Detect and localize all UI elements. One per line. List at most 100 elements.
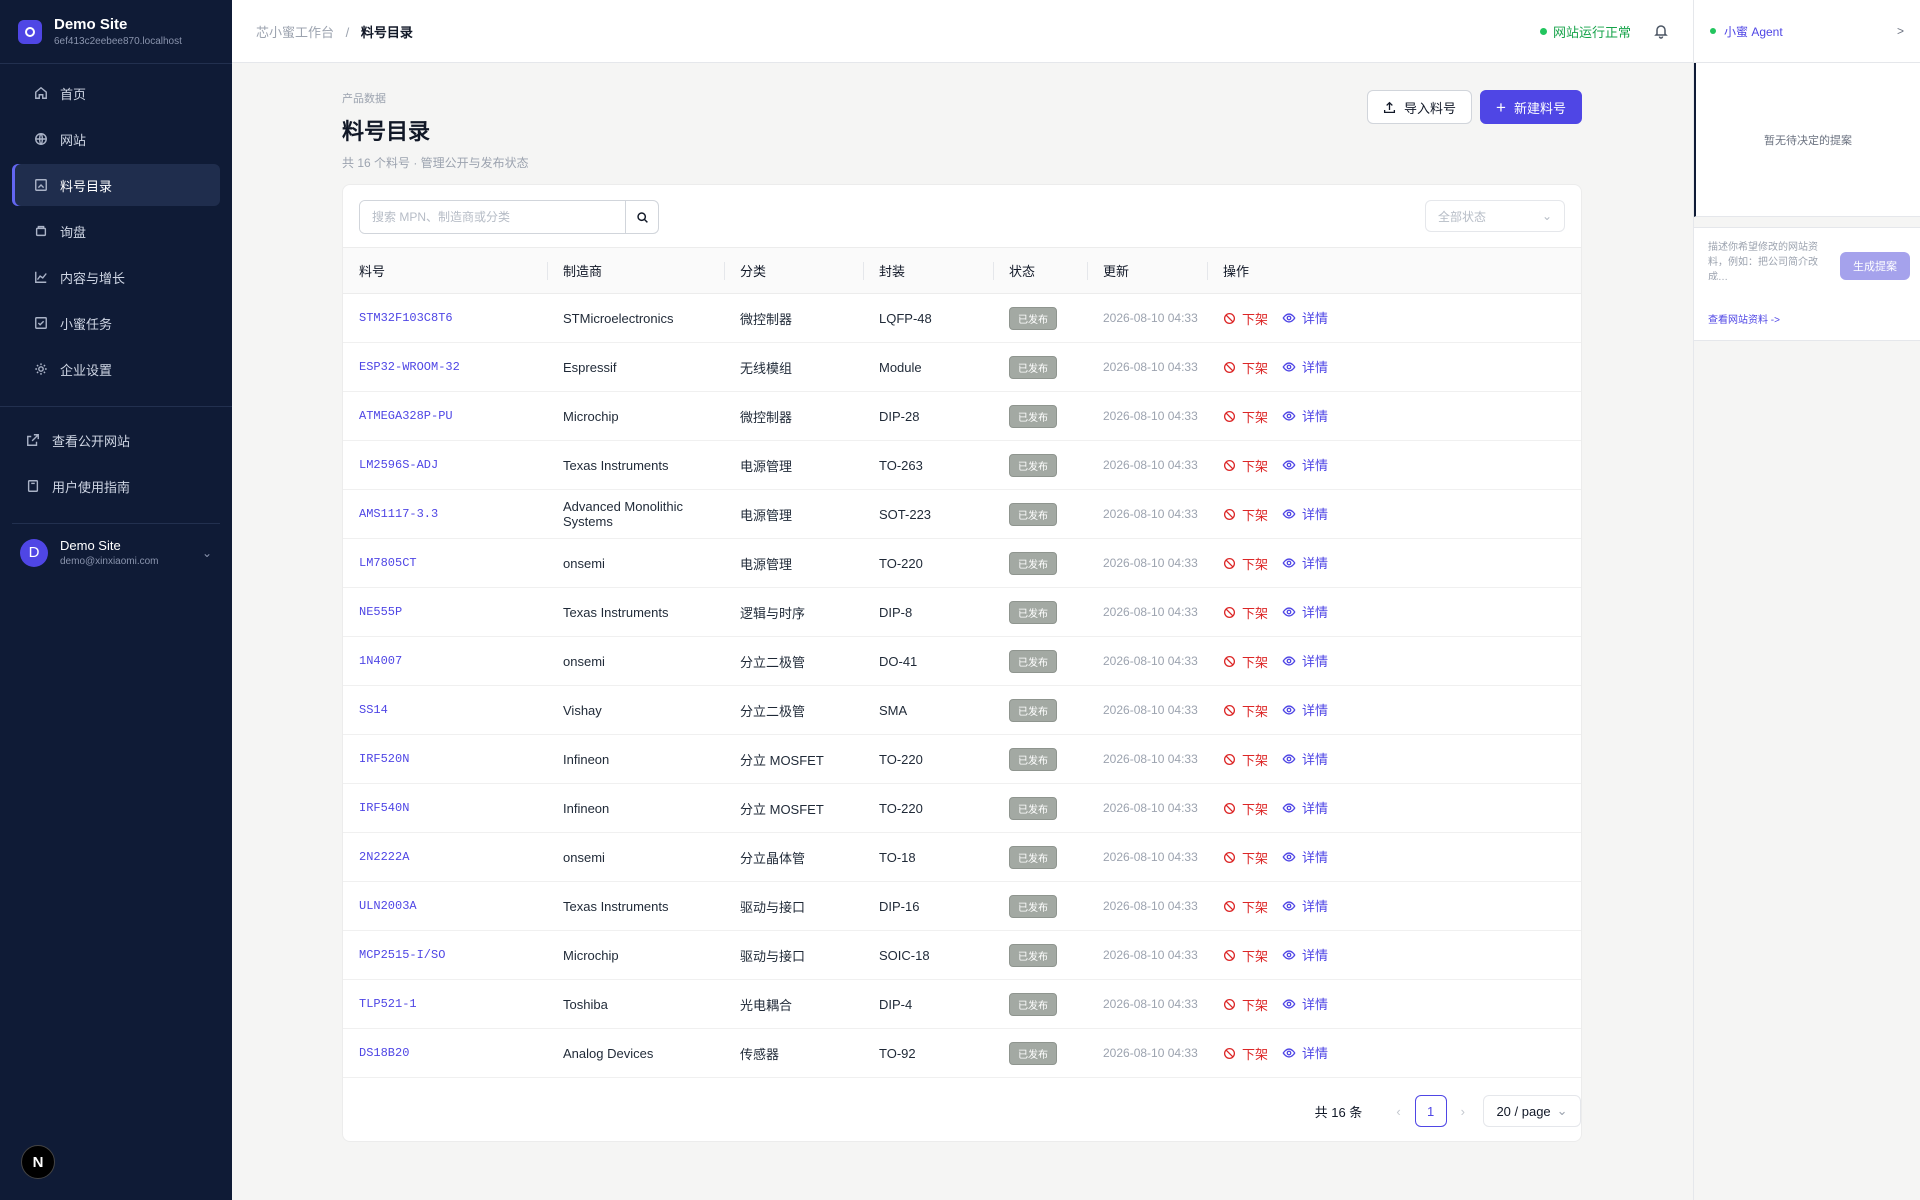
search-input[interactable] bbox=[360, 201, 625, 233]
part-package: DIP-28 bbox=[863, 391, 993, 441]
part-mpn-link[interactable]: STM32F103C8T6 bbox=[343, 293, 547, 343]
part-mpn-link[interactable]: SS14 bbox=[343, 685, 547, 735]
unpublish-button[interactable]: 下架 bbox=[1223, 407, 1268, 426]
detail-button[interactable]: 详情 bbox=[1282, 602, 1328, 621]
part-mpn-link[interactable]: LM2596S-ADJ bbox=[343, 440, 547, 490]
detail-button[interactable]: 详情 bbox=[1282, 504, 1328, 523]
page-size-select[interactable]: 20 / page ⌄ bbox=[1483, 1095, 1581, 1127]
detail-button[interactable]: 详情 bbox=[1282, 749, 1328, 768]
breadcrumb-root[interactable]: 芯小蜜工作台 bbox=[256, 25, 334, 40]
link-label: 查看公开网站 bbox=[52, 433, 131, 449]
eye-icon bbox=[1282, 999, 1296, 1009]
sidebar-item-content-growth[interactable]: 内容与增长 bbox=[12, 256, 220, 298]
agent-prompt-input[interactable] bbox=[1708, 240, 1834, 280]
part-mpn-link[interactable]: IRF520N bbox=[343, 734, 547, 784]
col-header-category[interactable]: 分类 bbox=[724, 247, 863, 294]
view-site-info-link[interactable]: 查看网站资料 -> bbox=[1708, 311, 1780, 326]
part-mpn-link[interactable]: 1N4007 bbox=[343, 636, 547, 686]
col-header-updated[interactable]: 更新 bbox=[1087, 247, 1207, 294]
detail-button[interactable]: 详情 bbox=[1282, 651, 1328, 670]
view-public-site-link[interactable]: 查看公开网站 bbox=[12, 419, 220, 461]
ban-icon bbox=[1223, 802, 1236, 814]
part-mpn-link[interactable]: TLP521-1 bbox=[343, 979, 547, 1029]
import-button[interactable]: 导入料号 bbox=[1367, 90, 1473, 124]
unpublish-button[interactable]: 下架 bbox=[1223, 554, 1268, 573]
detail-button[interactable]: 详情 bbox=[1282, 994, 1328, 1013]
part-mpn-link[interactable]: ESP32-WROOM-32 bbox=[343, 342, 547, 392]
part-mpn-link[interactable]: ULN2003A bbox=[343, 881, 547, 931]
detail-label: 详情 bbox=[1302, 605, 1329, 621]
user-menu[interactable]: D Demo Site demo@xinxiaomi.com ⌄ bbox=[12, 523, 220, 567]
col-header-package[interactable]: 封装 bbox=[863, 247, 993, 294]
detail-button[interactable]: 详情 bbox=[1282, 553, 1328, 572]
sidebar-item-catalog[interactable]: 料号目录 bbox=[12, 164, 220, 206]
part-updated: 2026-08-10 04:33 bbox=[1087, 734, 1207, 784]
unpublish-button[interactable]: 下架 bbox=[1223, 309, 1268, 328]
page-1-button[interactable]: 1 bbox=[1414, 1095, 1447, 1127]
detail-button[interactable]: 详情 bbox=[1282, 700, 1328, 719]
eye-icon bbox=[1282, 362, 1296, 372]
agent-title: 小蜜 Agent bbox=[1724, 24, 1783, 39]
nextjs-badge[interactable]: N bbox=[21, 1145, 55, 1179]
table-row: MCP2515-I/SO Microchip 驱动与接口 SOIC-18 已发布 2026… bbox=[343, 930, 1581, 980]
unpublish-button[interactable]: 下架 bbox=[1223, 848, 1268, 867]
detail-button[interactable]: 详情 bbox=[1282, 798, 1328, 817]
unpublish-button[interactable]: 下架 bbox=[1223, 799, 1268, 818]
status-filter-select[interactable]: 全部状态 ⌄ bbox=[1425, 200, 1565, 232]
part-status-cell: 已发布 bbox=[993, 783, 1087, 833]
sidebar-item-tasks[interactable]: 小蜜任务 bbox=[12, 302, 220, 344]
unpublish-button[interactable]: 下架 bbox=[1223, 1044, 1268, 1063]
ban-icon bbox=[1223, 704, 1236, 716]
detail-button[interactable]: 详情 bbox=[1282, 357, 1328, 376]
filter-bar: 全部状态 ⌄ bbox=[343, 185, 1581, 247]
detail-button[interactable]: 详情 bbox=[1282, 455, 1328, 474]
search-button[interactable] bbox=[625, 201, 658, 233]
unpublish-button[interactable]: 下架 bbox=[1223, 995, 1268, 1014]
unpublish-button[interactable]: 下架 bbox=[1223, 358, 1268, 377]
part-mpn-link[interactable]: DS18B20 bbox=[343, 1028, 547, 1078]
unpublish-button[interactable]: 下架 bbox=[1223, 505, 1268, 524]
unpublish-button[interactable]: 下架 bbox=[1223, 701, 1268, 720]
eye-icon bbox=[1282, 558, 1296, 568]
part-mpn-link[interactable]: IRF540N bbox=[343, 783, 547, 833]
unpublish-label: 下架 bbox=[1242, 850, 1269, 866]
sidebar-item-website[interactable]: 网站 bbox=[12, 118, 220, 160]
part-mpn-link[interactable]: MCP2515-I/SO bbox=[343, 930, 547, 980]
table-row: ATMEGA328P-PU Microchip 微控制器 DIP-28 已发布 2026-… bbox=[343, 391, 1581, 441]
detail-button[interactable]: 详情 bbox=[1282, 896, 1328, 915]
unpublish-button[interactable]: 下架 bbox=[1223, 897, 1268, 916]
new-part-button[interactable]: + 新建料号 bbox=[1480, 90, 1582, 124]
part-category: 分立 MOSFET bbox=[724, 734, 863, 784]
col-header-status[interactable]: 状态 bbox=[993, 247, 1087, 294]
brand[interactable]: Demo Site 6ef413c2eebee870.localhost bbox=[0, 0, 232, 64]
unpublish-button[interactable]: 下架 bbox=[1223, 750, 1268, 769]
part-mpn-link[interactable]: NE555P bbox=[343, 587, 547, 637]
col-header-mpn[interactable]: 料号 bbox=[343, 247, 547, 294]
ban-icon bbox=[1223, 655, 1236, 667]
bell-icon[interactable] bbox=[1653, 23, 1669, 39]
collapse-agent-button[interactable]: > bbox=[1897, 24, 1904, 38]
unpublish-button[interactable]: 下架 bbox=[1223, 456, 1268, 475]
detail-button[interactable]: 详情 bbox=[1282, 945, 1328, 964]
unpublish-button[interactable]: 下架 bbox=[1223, 652, 1268, 671]
detail-button[interactable]: 详情 bbox=[1282, 406, 1328, 425]
sidebar-item-inquiries[interactable]: 询盘 bbox=[12, 210, 220, 252]
unpublish-button[interactable]: 下架 bbox=[1223, 603, 1268, 622]
prev-page-button[interactable]: ‹ bbox=[1396, 1104, 1400, 1119]
sidebar-item-home[interactable]: 首页 bbox=[12, 72, 220, 114]
next-page-button[interactable]: › bbox=[1461, 1104, 1465, 1119]
user-guide-link[interactable]: 用户使用指南 bbox=[12, 465, 220, 507]
unpublish-label: 下架 bbox=[1242, 752, 1269, 768]
part-category: 逻辑与时序 bbox=[724, 587, 863, 637]
sidebar-item-settings[interactable]: 企业设置 bbox=[12, 348, 220, 390]
part-mpn-link[interactable]: 2N2222A bbox=[343, 832, 547, 882]
generate-proposal-button[interactable]: 生成提案 bbox=[1840, 252, 1910, 280]
part-mpn-link[interactable]: LM7805CT bbox=[343, 538, 547, 588]
part-mpn-link[interactable]: ATMEGA328P-PU bbox=[343, 391, 547, 441]
detail-button[interactable]: 详情 bbox=[1282, 847, 1328, 866]
unpublish-button[interactable]: 下架 bbox=[1223, 946, 1268, 965]
col-header-maker[interactable]: 制造商 bbox=[547, 247, 724, 294]
detail-button[interactable]: 详情 bbox=[1282, 308, 1328, 327]
detail-button[interactable]: 详情 bbox=[1282, 1043, 1328, 1062]
part-mpn-link[interactable]: AMS1117-3.3 bbox=[343, 489, 547, 539]
